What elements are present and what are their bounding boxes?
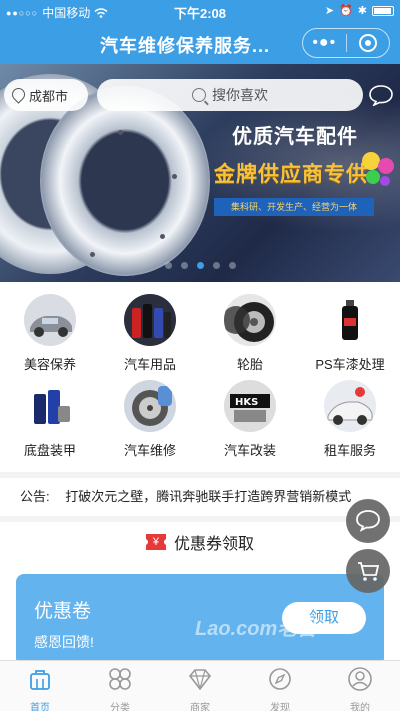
ellipsis-icon[interactable]: •●• bbox=[303, 34, 346, 52]
category-icon bbox=[109, 668, 131, 690]
category-item[interactable]: PS车漆处理 bbox=[300, 294, 400, 373]
decor-bubble bbox=[380, 176, 390, 186]
banner-headline: 优质汽车配件 bbox=[232, 126, 358, 148]
car-products-icon bbox=[124, 294, 176, 346]
tab-label: 商家 bbox=[190, 703, 210, 711]
paint-icon bbox=[324, 294, 376, 346]
decor-bubble bbox=[366, 170, 380, 184]
tab-label: 分类 bbox=[110, 703, 130, 711]
tire-icon bbox=[224, 294, 276, 346]
target-icon bbox=[358, 34, 377, 52]
rotor-bolt bbox=[90, 252, 95, 257]
category-label: 轮胎 bbox=[236, 357, 263, 372]
chat-bubble-icon bbox=[356, 510, 380, 532]
category-label: 汽车维修 bbox=[123, 443, 176, 458]
rotor-bolt bbox=[160, 234, 165, 239]
category-item[interactable]: 汽车用品 bbox=[100, 294, 200, 373]
carousel-indicators bbox=[0, 262, 400, 269]
compass-icon bbox=[269, 668, 291, 690]
category-label: 美容保养 bbox=[23, 357, 76, 372]
tab-merchant[interactable]: 商家 bbox=[160, 661, 240, 711]
alarm-icon: ⏰ bbox=[339, 5, 353, 17]
message-icon[interactable] bbox=[368, 84, 394, 106]
category-item[interactable]: 租车服务 bbox=[300, 380, 400, 459]
tab-category[interactable]: 分类 bbox=[80, 661, 160, 711]
carousel-dot-active[interactable] bbox=[196, 262, 204, 269]
rental-icon bbox=[324, 380, 376, 432]
user-icon bbox=[348, 667, 372, 691]
cart-icon bbox=[358, 562, 380, 581]
decor-bubble bbox=[378, 158, 394, 174]
category-item[interactable]: HKS 汽车改装 bbox=[200, 380, 300, 459]
carousel-dot[interactable] bbox=[180, 262, 188, 269]
tab-mine[interactable]: 我的 bbox=[320, 661, 400, 711]
search-placeholder: 搜你喜欢 bbox=[212, 87, 268, 103]
category-label: 底盘装甲 bbox=[23, 443, 76, 458]
repair-icon bbox=[124, 380, 176, 432]
diamond-icon bbox=[188, 669, 212, 691]
floating-chat-button[interactable] bbox=[346, 499, 390, 543]
category-item[interactable]: 汽车维修 bbox=[100, 380, 200, 459]
tab-label: 首页 bbox=[30, 703, 50, 711]
tab-home[interactable]: 首页 bbox=[0, 661, 80, 711]
svg-text:HKS: HKS bbox=[235, 397, 258, 408]
rotor-bolt bbox=[172, 174, 177, 179]
category-label: 汽车改装 bbox=[223, 443, 276, 458]
location-pin-icon bbox=[12, 88, 23, 103]
category-label: PS车漆处理 bbox=[315, 357, 385, 372]
category-item[interactable]: 轮胎 bbox=[200, 294, 300, 373]
miniprogram-capsule: •●• bbox=[302, 28, 390, 58]
tab-label: 发现 bbox=[270, 703, 290, 711]
tab-label: 我的 bbox=[350, 703, 370, 711]
announcement-label: 公告: bbox=[20, 489, 50, 504]
coupon-card: 优惠卷 感恩回馈! 领取 bbox=[16, 574, 384, 666]
bluetooth-icon: ✱ bbox=[357, 5, 367, 17]
battery-icon bbox=[372, 5, 394, 16]
announcement-text: 打破次元之壁，腾讯奔驰联手打造跨界营销新模式 bbox=[65, 489, 352, 504]
city-selector[interactable]: 成都市 bbox=[4, 79, 88, 111]
coupon-icon: ¥ bbox=[142, 534, 169, 550]
close-miniprogram-button[interactable] bbox=[346, 34, 389, 52]
claim-coupon-button[interactable]: 领取 bbox=[282, 602, 366, 634]
banner-ribbon: 集科研、开发生产、经营为一体 bbox=[214, 198, 374, 216]
car-beauty-icon bbox=[24, 294, 76, 346]
category-label: 租车服务 bbox=[323, 443, 376, 458]
location-arrow-icon: ➤ bbox=[324, 5, 335, 17]
category-label: 汽车用品 bbox=[123, 357, 176, 372]
coupon-card-subtitle: 感恩回馈! bbox=[34, 634, 94, 650]
city-label: 成都市 bbox=[29, 88, 69, 104]
chassis-icon bbox=[24, 380, 76, 432]
coupon-section-title: 优惠券领取 bbox=[173, 536, 254, 553]
rotor-bolt bbox=[118, 130, 123, 135]
carousel-dot[interactable] bbox=[212, 262, 220, 269]
carousel-dot[interactable] bbox=[164, 262, 172, 269]
home-icon bbox=[30, 670, 50, 690]
status-right: ➤ ⏰ ✱ bbox=[325, 4, 394, 17]
status-bar: ●●○○○ 中国移动 下午2:08 ➤ ⏰ ✱ bbox=[0, 0, 400, 22]
category-grid: 美容保养 汽车用品 轮胎 PS车漆处理 底盘装甲 汽车维修 HKS 汽车改装 租… bbox=[0, 282, 400, 472]
tab-discover[interactable]: 发现 bbox=[240, 661, 320, 711]
category-item[interactable]: 美容保养 bbox=[0, 294, 100, 373]
floating-cart-button[interactable] bbox=[346, 549, 390, 593]
banner-subheadline: 金牌供应商专供 bbox=[214, 163, 368, 186]
brake-rotor-image bbox=[40, 86, 210, 276]
coupon-section-header: ¥ 优惠券领取 bbox=[0, 522, 400, 562]
modify-icon: HKS bbox=[224, 380, 276, 432]
carousel-dot[interactable] bbox=[228, 262, 236, 269]
nav-bar: 汽车维修保养服务... •●• bbox=[0, 22, 400, 64]
page-title: 汽车维修保养服务... bbox=[100, 36, 271, 56]
coupon-area: 优惠卷 感恩回馈! 领取 bbox=[0, 562, 400, 666]
coupon-card-title: 优惠卷 bbox=[34, 601, 92, 622]
search-input[interactable]: 搜你喜欢 bbox=[97, 79, 363, 111]
search-icon bbox=[192, 88, 206, 102]
announcement-bar[interactable]: 公告: 打破次元之壁，腾讯奔驰联手打造跨界营销新模式 bbox=[0, 478, 400, 516]
category-item[interactable]: 底盘装甲 bbox=[0, 380, 100, 459]
bottom-tab-bar: 首页 分类 商家 发现 我的 bbox=[0, 660, 400, 711]
